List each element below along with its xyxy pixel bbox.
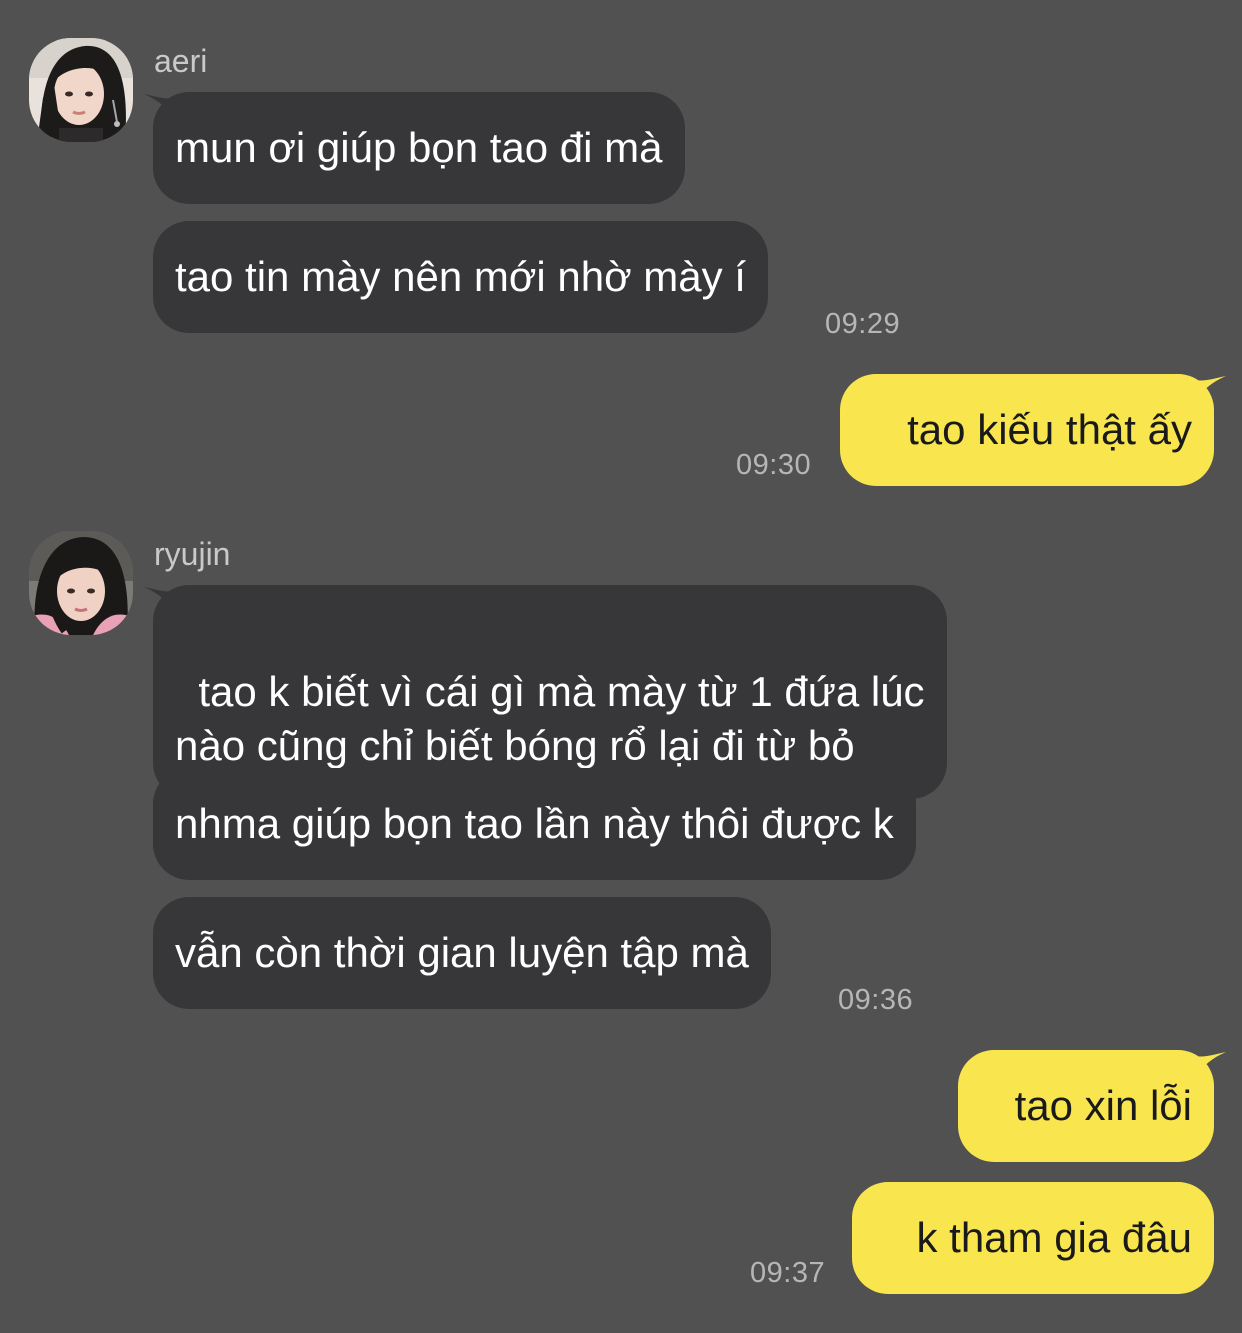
message-timestamp: 09:37 (750, 1257, 826, 1289)
message-text: tao kiếu thật ấy (907, 406, 1192, 453)
message-bubble-outgoing[interactable]: tao kiếu thật ấy (840, 374, 1214, 486)
message-text: vẫn còn thời gian luyện tập mà (175, 929, 749, 976)
message-bubble-incoming[interactable]: nhma giúp bọn tao lần này thôi được k (153, 768, 916, 880)
message-text: nhma giúp bọn tao lần này thôi được k (175, 800, 894, 847)
message-text: mun ơi giúp bọn tao đi mà (175, 124, 663, 171)
message-timestamp: 09:30 (736, 449, 812, 481)
bubble-tail-outgoing (1196, 1052, 1226, 1078)
avatar-photo-aeri (29, 38, 133, 142)
sender-name-ryujin: ryujin (154, 536, 231, 572)
message-bubble-incoming[interactable]: mun ơi giúp bọn tao đi mà (153, 92, 685, 204)
message-bubble-incoming[interactable]: tao k biết vì cái gì mà mày từ 1 đứa lúc… (153, 585, 947, 799)
avatar-aeri[interactable] (29, 38, 133, 142)
sender-name-aeri: aeri (154, 43, 208, 79)
avatar-photo-ryujin (29, 531, 133, 635)
message-text: tao tin mày nên mới nhờ mày í (175, 253, 746, 300)
message-bubble-outgoing[interactable]: k tham gia đâu (852, 1182, 1214, 1294)
message-text: tao k biết vì cái gì mà mày từ 1 đứa lúc… (175, 668, 925, 769)
message-text: k tham gia đâu (916, 1214, 1192, 1261)
bubble-tail-outgoing (1196, 376, 1226, 402)
avatar-ryujin[interactable] (29, 531, 133, 635)
message-bubble-incoming[interactable]: vẫn còn thời gian luyện tập mà (153, 897, 771, 1009)
message-text: tao xin lỗi (1014, 1082, 1192, 1129)
message-timestamp: 09:36 (838, 984, 914, 1016)
message-bubble-outgoing[interactable]: tao xin lỗi (958, 1050, 1214, 1162)
message-bubble-incoming[interactable]: tao tin mày nên mới nhờ mày í (153, 221, 768, 333)
message-timestamp: 09:29 (825, 308, 901, 340)
